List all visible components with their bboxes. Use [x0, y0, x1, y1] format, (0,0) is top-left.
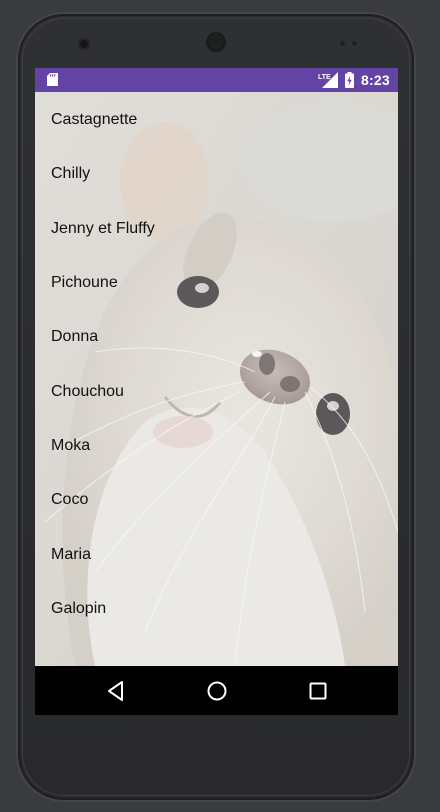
list-item[interactable]: Maria — [35, 526, 398, 580]
list-item[interactable]: Pichoune — [35, 255, 398, 309]
list-item-label: Jenny et Fluffy — [51, 219, 155, 237]
status-bar: LTE 8:23 — [35, 68, 398, 92]
status-clock: 8:23 — [361, 72, 390, 88]
phone-screen: LTE 8:23 Castagnette Chilly Jenny et Flu… — [35, 68, 398, 715]
navigation-bar — [35, 666, 398, 715]
proximity-sensor — [340, 41, 345, 46]
app-content: Castagnette Chilly Jenny et Fluffy Picho… — [35, 92, 398, 666]
sd-card-icon — [47, 73, 58, 86]
list-item[interactable]: Donna — [35, 309, 398, 363]
list-item-label: Coco — [51, 491, 89, 509]
back-triangle-icon[interactable] — [103, 678, 129, 704]
name-list: Castagnette Chilly Jenny et Fluffy Picho… — [35, 92, 398, 635]
list-item-label: Maria — [51, 545, 92, 563]
front-camera — [78, 38, 90, 50]
list-item-label: Moka — [51, 436, 91, 454]
list-item-label: Donna — [51, 328, 99, 346]
list-item[interactable]: Jenny et Fluffy — [35, 201, 398, 255]
list-item-label: Galopin — [51, 599, 107, 617]
list-item[interactable]: Galopin — [35, 581, 398, 635]
lte-signal-icon: LTE — [318, 72, 338, 88]
earpiece-speaker — [206, 32, 226, 52]
list-item-label: Castagnette — [51, 111, 138, 129]
network-type-label: LTE — [318, 74, 331, 81]
list-item[interactable]: Coco — [35, 472, 398, 526]
list-item[interactable]: Castagnette — [35, 92, 398, 146]
list-item-label: Chilly — [51, 165, 91, 183]
list-item-label: Chouchou — [51, 382, 124, 400]
recents-square-icon[interactable] — [305, 678, 331, 704]
list-item-label: Pichoune — [51, 274, 118, 292]
list-item[interactable]: Chilly — [35, 146, 398, 200]
list-item[interactable]: Chouchou — [35, 363, 398, 417]
home-circle-icon[interactable] — [204, 678, 230, 704]
list-item[interactable]: Moka — [35, 418, 398, 472]
battery-charging-icon — [345, 72, 354, 88]
light-sensor — [352, 41, 357, 46]
